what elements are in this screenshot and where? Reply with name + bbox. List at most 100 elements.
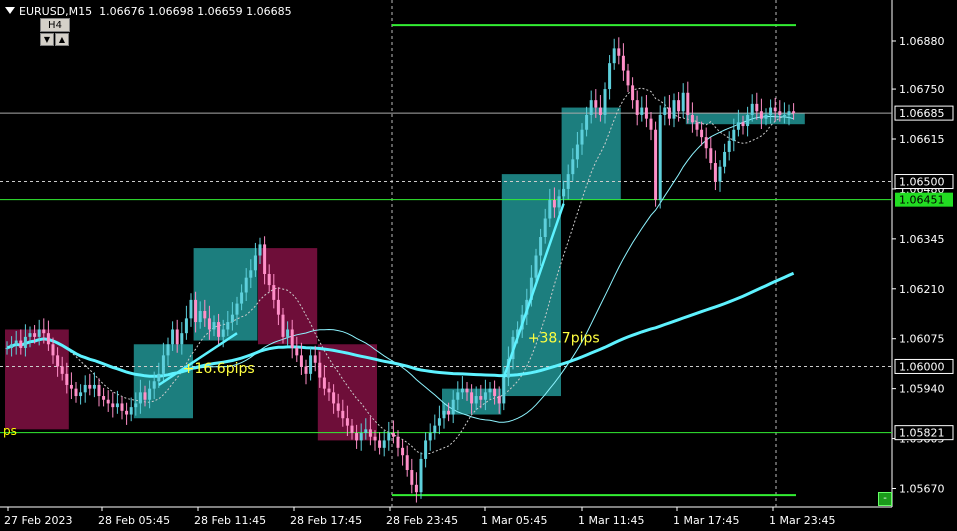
candle-body <box>713 163 717 182</box>
candle-body <box>240 292 244 304</box>
candle-body <box>106 399 110 404</box>
candle-body <box>736 122 740 130</box>
candle-body <box>368 429 372 437</box>
candle-body <box>318 362 322 378</box>
price-tick-label: 1.06880 <box>899 35 945 48</box>
candle-body <box>442 410 446 419</box>
ohlc-values: 1.06676 1.06698 1.06659 1.06685 <box>99 5 292 18</box>
candle-body <box>428 433 432 441</box>
candle-body <box>718 166 722 182</box>
candle-body <box>778 111 782 115</box>
price-tick-label: 1.06615 <box>899 133 945 146</box>
candle-body <box>111 403 115 408</box>
candle-body <box>700 129 704 138</box>
ma-slow-line <box>6 271 795 378</box>
candle-body <box>566 174 570 189</box>
timeframe-up-button[interactable]: ▲ <box>55 33 69 46</box>
candle-body <box>686 92 690 115</box>
candle-body <box>470 392 474 404</box>
candle-body <box>764 114 768 119</box>
candle-body <box>230 314 234 323</box>
chart-window[interactable]: +16.6pips +38.7pips 1.06880 1.06750 1.06615 1… <box>0 0 957 531</box>
candle-body <box>120 403 124 411</box>
symbol-header: EURUSD,M15 1.06676 1.06698 1.06659 1.066… <box>5 5 292 18</box>
candle-body <box>539 237 543 256</box>
candle-body <box>65 373 69 385</box>
candle-body <box>295 347 299 356</box>
candle-body <box>364 429 368 434</box>
candle-body <box>589 100 593 115</box>
candle-body <box>359 433 363 441</box>
candle-body <box>617 48 621 56</box>
ps-label: ps <box>3 424 17 438</box>
candle-body <box>681 92 685 112</box>
candle-body <box>322 377 326 389</box>
candle-body <box>585 114 589 130</box>
candle-body <box>391 433 395 437</box>
price-tag-label: 1.06500 <box>899 176 945 189</box>
price-tick-label: 1.06210 <box>899 283 945 296</box>
price-chart[interactable]: +16.6pips +38.7pips 1.06880 1.06750 1.06615 1… <box>0 0 957 531</box>
candle-body <box>621 55 625 71</box>
price-tick-label: 1.05940 <box>899 383 945 396</box>
candle-body <box>672 100 676 119</box>
candle-body <box>92 384 96 389</box>
bullish-range-box <box>193 248 258 341</box>
candle-body <box>603 89 607 115</box>
candle-body <box>235 303 239 315</box>
collapse-button[interactable]: - <box>878 492 892 506</box>
candle-body <box>42 329 46 334</box>
time-tick-label: 1 Mar 11:45 <box>578 514 644 527</box>
timeframe-down-button[interactable]: ▼ <box>40 33 54 46</box>
candle-body <box>74 388 78 397</box>
candle-body <box>304 366 308 374</box>
candle-body <box>451 399 455 415</box>
candle-body <box>575 144 579 160</box>
candle-body <box>180 333 184 345</box>
time-tick-label: 28 Feb 11:45 <box>194 514 266 527</box>
candle-body <box>5 347 9 349</box>
candle-body <box>502 377 506 404</box>
candle-body <box>557 196 561 208</box>
candle-body <box>419 458 423 493</box>
candle-body <box>497 396 501 404</box>
time-tick-label: 28 Feb 17:45 <box>290 514 362 527</box>
candle-body <box>612 48 616 64</box>
candle-body <box>548 200 552 219</box>
chart-menu-icon[interactable] <box>5 7 15 14</box>
candle-body <box>479 396 483 400</box>
candle-body <box>244 277 248 293</box>
candle-body <box>37 329 41 337</box>
candle-body <box>608 63 612 90</box>
candle-body <box>203 310 207 319</box>
candle-body <box>649 118 653 130</box>
candle-body <box>189 299 193 319</box>
symbol-label: EURUSD,M15 <box>19 5 93 18</box>
candle-body <box>345 418 349 426</box>
price-tag-label: 1.06000 <box>899 360 945 373</box>
candle-body <box>217 322 221 337</box>
pips-annotation: +16.6pips <box>183 361 255 377</box>
candle-body <box>562 188 566 197</box>
price-tick-label: 1.05670 <box>899 483 945 496</box>
candle-body <box>102 396 106 400</box>
candle-body <box>290 329 294 348</box>
candle-body <box>46 333 50 345</box>
candle-body <box>658 114 662 201</box>
candle-body <box>258 244 262 256</box>
candle-body <box>171 329 175 345</box>
ma-fast-line <box>6 87 794 455</box>
candle-body <box>598 107 602 115</box>
candle-body <box>732 129 736 141</box>
candle-body <box>727 140 731 152</box>
candle-body <box>88 384 92 389</box>
candle-body <box>746 114 750 127</box>
candle-body <box>640 107 644 115</box>
candle-body <box>212 322 216 330</box>
candle-body <box>594 100 598 108</box>
candle-body <box>378 440 382 448</box>
candle-body <box>493 388 497 397</box>
candle-body <box>387 433 391 441</box>
candle-body <box>769 107 773 115</box>
price-tag-label: 1.05821 <box>899 427 945 440</box>
